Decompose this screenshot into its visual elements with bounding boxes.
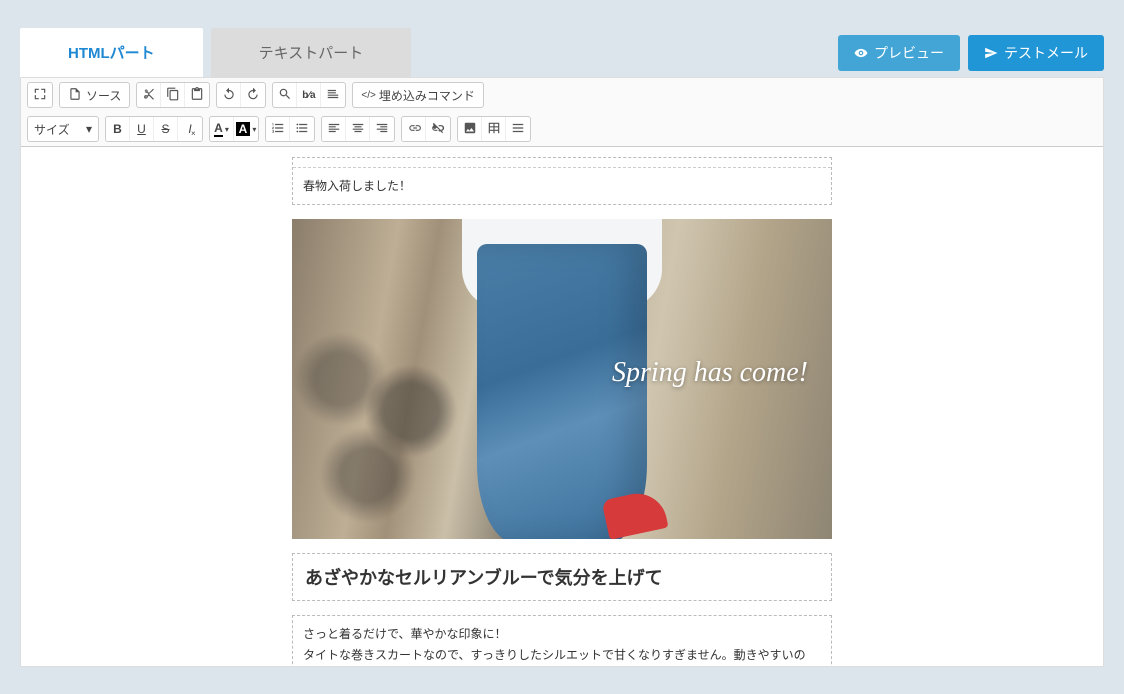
testmail-button[interactable]: テストメール — [968, 35, 1104, 71]
align-right-icon — [375, 121, 389, 138]
copy-icon — [166, 87, 180, 104]
selectall-icon — [326, 87, 340, 104]
hero-text: Spring has come! — [612, 357, 808, 389]
content-block-notice[interactable]: 春物入荷しました！ — [292, 157, 832, 205]
hero-image[interactable]: Spring has come! — [292, 219, 832, 539]
copy-button[interactable] — [161, 83, 185, 107]
header-actions: プレビュー テストメール — [838, 35, 1104, 77]
remove-format-icon: I× — [188, 122, 191, 136]
tab-html[interactable]: HTMLパート — [20, 28, 203, 77]
search-icon — [278, 87, 292, 104]
source-label: ソース — [86, 87, 121, 104]
editor-body[interactable]: 春物入荷しました！ Spring has come! あざやかなセルリアンブルー… — [21, 147, 1103, 666]
link-button[interactable] — [402, 117, 426, 141]
maximize-icon — [33, 87, 47, 104]
bg-color-icon: A — [236, 122, 251, 136]
preview-button[interactable]: プレビュー — [838, 35, 960, 71]
table-button[interactable] — [482, 117, 506, 141]
preview-label: プレビュー — [874, 43, 944, 63]
bold-icon: B — [113, 122, 122, 136]
image-icon — [463, 121, 477, 138]
strike-button[interactable]: S — [154, 117, 178, 141]
source-button[interactable]: ソース — [60, 83, 129, 107]
strike-icon: S — [161, 122, 169, 136]
find-button[interactable] — [273, 83, 297, 107]
replace-button[interactable]: b⁄a — [297, 83, 321, 107]
content-block-heading[interactable]: あざやかなセルリアンブルーで気分を上げて — [292, 553, 832, 601]
tabs: HTMLパート テキストパート — [20, 28, 411, 77]
align-center-icon — [351, 121, 365, 138]
unordered-list-button[interactable] — [290, 117, 314, 141]
hr-icon — [511, 121, 525, 138]
underline-button[interactable]: U — [130, 117, 154, 141]
redo-icon — [246, 87, 260, 104]
align-right-button[interactable] — [370, 117, 394, 141]
send-icon — [984, 46, 998, 60]
source-icon — [68, 87, 82, 104]
code-icon: </> — [361, 90, 375, 101]
size-label: サイズ — [34, 121, 70, 138]
chevron-down-icon: ▾ — [86, 122, 92, 136]
undo-icon — [222, 87, 236, 104]
table-icon — [487, 121, 501, 138]
unlink-icon — [431, 121, 445, 138]
maximize-button[interactable] — [28, 83, 52, 107]
editor: ソース b⁄a — [20, 77, 1104, 667]
size-select[interactable]: サイズ ▾ — [28, 117, 98, 141]
body-line-1: さっと着るだけで、華やかな印象に！ — [303, 624, 821, 644]
selectall-button[interactable] — [321, 83, 345, 107]
ordered-list-icon — [271, 121, 285, 138]
eye-icon — [854, 46, 868, 60]
canvas: 春物入荷しました！ Spring has come! あざやかなセルリアンブルー… — [292, 147, 832, 666]
text-color-button[interactable]: A▾ — [210, 117, 234, 141]
bold-button[interactable]: B — [106, 117, 130, 141]
toolbar: ソース b⁄a — [21, 78, 1103, 147]
tab-text[interactable]: テキストパート — [211, 28, 412, 77]
link-icon — [407, 121, 421, 138]
redo-button[interactable] — [241, 83, 265, 107]
embed-label: 埋め込みコマンド — [379, 87, 475, 104]
body-line-2: タイトな巻きスカートなので、すっきりしたシルエットで甘くなりすぎません。動きやす… — [303, 645, 821, 666]
content-block-body[interactable]: さっと着るだけで、華やかな印象に！ タイトな巻きスカートなので、すっきりしたシル… — [292, 615, 832, 666]
image-button[interactable] — [458, 117, 482, 141]
chevron-down-icon: ▾ — [252, 125, 256, 134]
bg-color-button[interactable]: A▾ — [234, 117, 258, 141]
align-left-icon — [327, 121, 341, 138]
paste-button[interactable] — [185, 83, 209, 107]
ordered-list-button[interactable] — [266, 117, 290, 141]
unlink-button[interactable] — [426, 117, 450, 141]
scissors-icon — [142, 87, 156, 104]
chevron-down-icon: ▾ — [225, 125, 229, 134]
align-left-button[interactable] — [322, 117, 346, 141]
heading-text: あざやかなセルリアンブルーで気分を上げて — [293, 554, 831, 600]
replace-icon: b⁄a — [302, 90, 315, 101]
align-center-button[interactable] — [346, 117, 370, 141]
cut-button[interactable] — [137, 83, 161, 107]
undo-button[interactable] — [217, 83, 241, 107]
notice-text: 春物入荷しました！ — [293, 168, 831, 204]
paste-icon — [190, 87, 204, 104]
tabs-row: HTMLパート テキストパート プレビュー テストメール — [0, 0, 1124, 77]
underline-icon: U — [137, 122, 146, 136]
unordered-list-icon — [295, 121, 309, 138]
text-color-icon: A — [214, 121, 223, 137]
remove-format-button[interactable]: I× — [178, 117, 202, 141]
embed-command-button[interactable]: </> 埋め込みコマンド — [353, 83, 482, 107]
testmail-label: テストメール — [1004, 43, 1088, 63]
hr-button[interactable] — [506, 117, 530, 141]
